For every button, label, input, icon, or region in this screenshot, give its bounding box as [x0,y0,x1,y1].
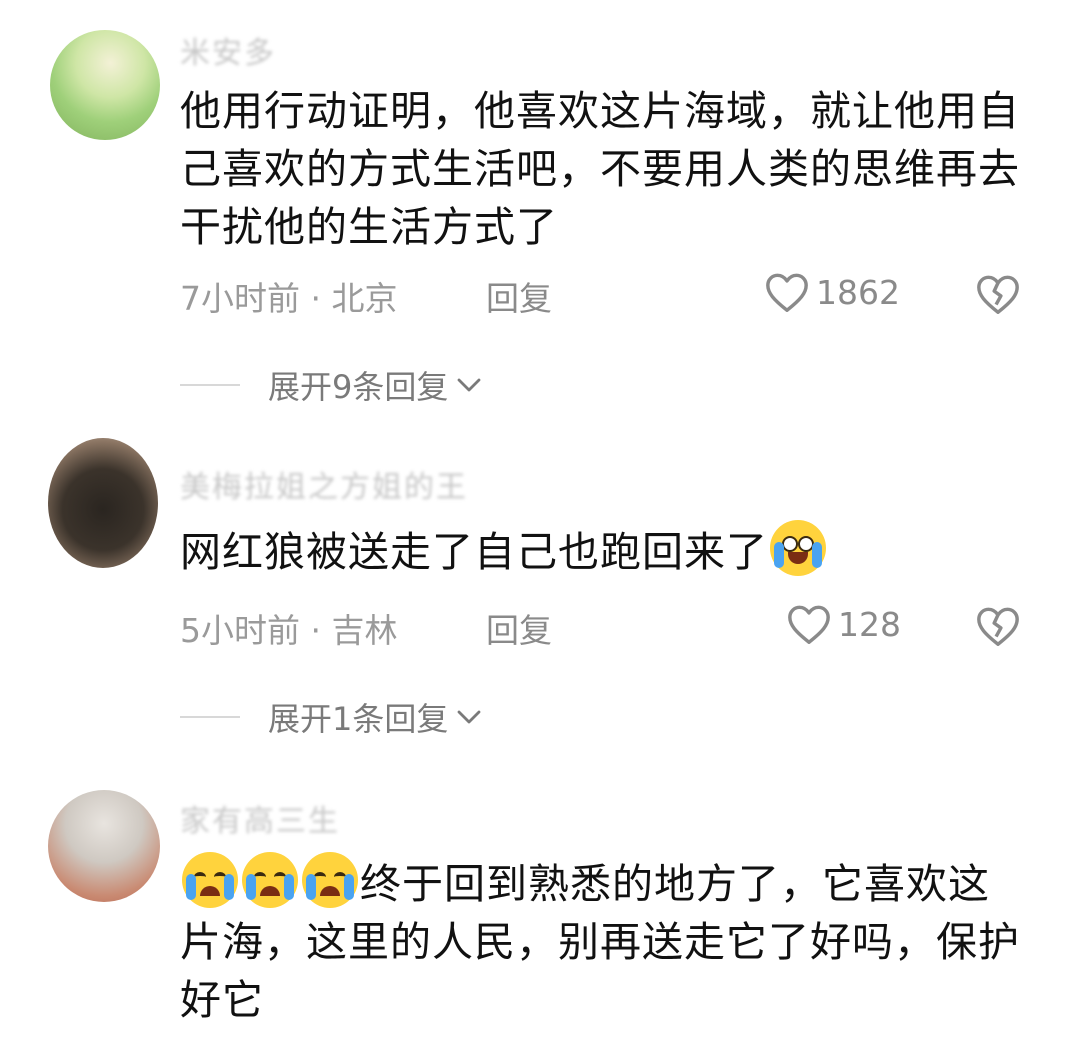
like-button[interactable]: 128 [786,602,901,646]
comment-text: 网红狼被送走了自己也跑回来了 [180,520,1020,581]
chevron-down-icon [457,378,481,392]
broken-heart-icon[interactable] [975,604,1021,648]
like-count: 1862 [816,272,900,312]
comment-text-body: 网红狼被送走了自己也跑回来了 [180,528,768,576]
divider-line [180,716,240,718]
chevron-down-icon [457,710,481,724]
avatar[interactable] [50,30,160,140]
like-button[interactable]: 1862 [764,270,900,314]
expand-replies-button[interactable]: 展开1条回复 [180,694,482,740]
reply-button[interactable]: 回复 [486,604,552,652]
comment-time-location: 5小时前 · 吉林 [180,611,398,650]
heart-outline-icon [766,273,808,312]
reply-button[interactable]: 回复 [486,272,552,320]
avatar[interactable] [48,438,158,568]
loudly-crying-emoji [182,852,238,908]
expand-replies-label: 展开9条回复 [268,368,449,406]
loudly-crying-emoji [242,852,298,908]
avatar[interactable] [48,790,160,902]
expand-replies-button[interactable]: 展开9条回复 [180,362,482,408]
heart-outline-icon [788,605,830,644]
broken-heart-icon[interactable] [975,272,1021,316]
comment-list: 米安多 他用行动证明，他喜欢这片海域，就让他用自己喜欢的方式生活吧，不要用人类的… [0,0,1080,1042]
like-count: 128 [838,604,901,644]
username[interactable]: 米安多 [180,28,276,72]
divider-line [180,384,240,386]
comment-text: 终于回到熟悉的地方了，它喜欢这片海，这里的人民，别再送走它了好吗，保护好它 [180,852,1020,1029]
expand-replies-label: 展开1条回复 [268,700,449,738]
comment-text: 他用行动证明，他喜欢这片海域，就让他用自己喜欢的方式生活吧，不要用人类的思维再去… [180,87,1020,251]
username[interactable]: 家有高三生 [180,796,340,840]
username[interactable]: 美梅拉姐之方姐的王 [180,462,468,506]
loudly-crying-emoji [302,852,358,908]
comment-time-location: 7小时前 · 北京 [180,279,398,318]
tears-of-joy-emoji [770,520,826,576]
